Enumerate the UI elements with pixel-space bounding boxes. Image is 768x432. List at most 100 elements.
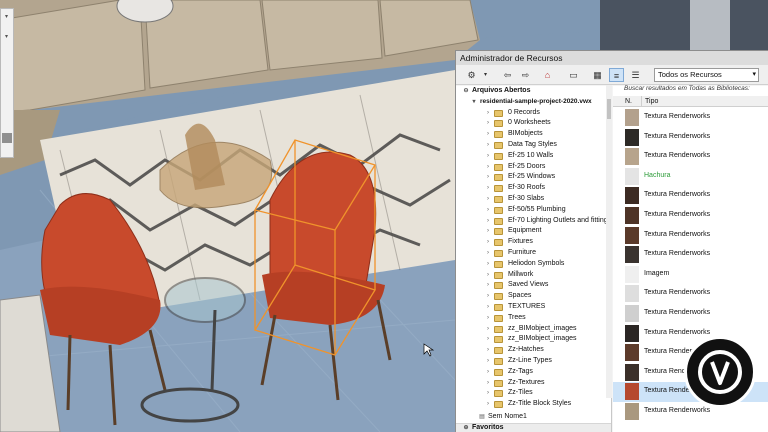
resource-row[interactable]: Hachura bbox=[613, 167, 768, 187]
panel-title: Administrador de Recursos bbox=[456, 51, 768, 65]
tree-folder-label: Heliodon Symbols bbox=[508, 259, 565, 267]
column-n[interactable]: N. bbox=[625, 96, 632, 107]
expand-arrow-icon[interactable]: › bbox=[484, 162, 492, 173]
tree-folder-label: Saved Views bbox=[508, 281, 549, 289]
folder-icon bbox=[494, 131, 503, 139]
tree-folder-label: BIMobjects bbox=[508, 130, 543, 138]
grid-view-icon[interactable]: ▦ bbox=[590, 68, 605, 82]
logo-icon bbox=[698, 350, 742, 394]
tree-scrollbar[interactable] bbox=[606, 85, 612, 398]
resource-thumbnail bbox=[625, 167, 639, 185]
resource-row[interactable]: Textura Renderworks bbox=[613, 304, 768, 324]
resource-type-label: Textura Renderworks bbox=[644, 132, 711, 140]
expand-arrow-icon[interactable]: › bbox=[484, 205, 492, 216]
expand-arrow-icon[interactable]: › bbox=[484, 248, 492, 259]
library-tree[interactable]: ⊖ Arquivos Abertos ▾ residential-sample-… bbox=[456, 86, 612, 432]
resource-row[interactable]: Textura Renderworks bbox=[613, 206, 768, 226]
expand-arrow-icon[interactable]: › bbox=[484, 356, 492, 367]
resource-row[interactable]: Textura Renderworks bbox=[613, 128, 768, 148]
forward-arrow-icon[interactable]: ⇨ bbox=[518, 68, 533, 82]
expand-arrow-icon[interactable]: › bbox=[484, 259, 492, 270]
resource-row[interactable]: Imagem bbox=[613, 265, 768, 285]
expand-arrow-icon[interactable]: › bbox=[484, 183, 492, 194]
resource-type-label: Textura Renderworks bbox=[644, 289, 711, 297]
expand-arrow-icon[interactable]: › bbox=[484, 324, 492, 335]
resource-type-label: Hachura bbox=[644, 171, 671, 179]
tree-folder-label: Zz-Tags bbox=[508, 367, 533, 375]
folder-icon bbox=[494, 120, 503, 128]
folder-icon bbox=[494, 109, 503, 117]
expand-arrow-icon[interactable]: › bbox=[484, 151, 492, 162]
folder-icon bbox=[494, 379, 503, 387]
vectorworks-logo bbox=[684, 336, 756, 408]
expand-arrow-icon[interactable]: › bbox=[484, 237, 492, 248]
expand-arrow-icon[interactable]: › bbox=[484, 140, 492, 151]
resource-thumbnail bbox=[625, 109, 639, 126]
tree-folder-label: Zz-Textures bbox=[508, 378, 545, 386]
tool-palette[interactable]: ▾ ▾ bbox=[0, 8, 14, 158]
open-folder-icon[interactable]: ▭ bbox=[566, 68, 581, 82]
tree-folder-label: Zz-Tiles bbox=[508, 389, 533, 397]
resource-type-label: Textura Renderworks bbox=[644, 407, 711, 414]
chevron-down-icon[interactable]: ▾ bbox=[478, 68, 493, 82]
file-icon: ▤ bbox=[479, 414, 485, 420]
scrollbar-thumb[interactable] bbox=[607, 99, 611, 119]
expand-arrow-icon[interactable]: › bbox=[484, 194, 492, 205]
resource-type-label: Textura Renderworks bbox=[644, 191, 711, 199]
expand-arrow-icon[interactable]: › bbox=[484, 270, 492, 281]
tree-folder-label: 0 Records bbox=[508, 108, 540, 116]
resource-row[interactable]: Textura Renderworks bbox=[613, 284, 768, 304]
palette-arrow-icon: ▾ bbox=[5, 34, 9, 40]
expand-arrow-icon[interactable]: › bbox=[484, 334, 492, 345]
expand-arrow-icon[interactable]: › bbox=[484, 280, 492, 291]
expand-arrow-icon[interactable]: › bbox=[484, 216, 492, 227]
tree-folder-label: Zz-Line Types bbox=[508, 357, 552, 364]
expand-arrow-icon[interactable]: › bbox=[484, 345, 492, 356]
folder-icon bbox=[494, 228, 503, 236]
column-tipo[interactable]: Tipo bbox=[641, 96, 658, 107]
palette-swatch[interactable] bbox=[2, 133, 12, 143]
expand-arrow-icon[interactable]: › bbox=[484, 378, 492, 389]
resource-type-select[interactable]: Todos os Recursos ▾ bbox=[654, 68, 759, 82]
resource-thumbnail bbox=[625, 226, 639, 244]
tree-folder-label: Ef-25 Doors bbox=[508, 162, 546, 170]
resource-thumbnail bbox=[625, 128, 639, 146]
tree-folder-label: Ef-30 Roofs bbox=[508, 184, 545, 192]
resource-row[interactable]: Textura Renderworks bbox=[613, 226, 768, 246]
expand-arrow-icon[interactable]: › bbox=[484, 108, 492, 119]
tree-folder-label: TEXTURES bbox=[508, 303, 546, 310]
folder-icon bbox=[494, 347, 503, 355]
details-view-icon[interactable]: ☰ bbox=[628, 68, 643, 82]
expand-arrow-icon[interactable]: › bbox=[484, 291, 492, 302]
tree-folder-label: Furniture bbox=[508, 249, 537, 256]
folder-icon bbox=[494, 358, 503, 365]
folder-icon bbox=[494, 163, 503, 171]
expand-arrow-icon[interactable]: › bbox=[484, 313, 492, 324]
search-hint: Buscar resultados em Todas as Biblioteca… bbox=[624, 85, 750, 92]
expand-arrow-icon[interactable]: › bbox=[484, 302, 492, 313]
resource-row[interactable]: Textura Renderworks bbox=[613, 186, 768, 206]
resource-row[interactable]: Textura Renderworks bbox=[613, 108, 768, 128]
expand-arrow-icon[interactable]: › bbox=[484, 399, 492, 410]
resource-row[interactable]: Textura Renderworks bbox=[613, 245, 768, 265]
resource-type-label: Imagem bbox=[644, 269, 670, 277]
chevron-down-icon[interactable]: ▾ bbox=[470, 97, 478, 108]
chevron-down-icon: ▾ bbox=[752, 71, 756, 78]
expand-arrow-icon[interactable]: › bbox=[484, 388, 492, 399]
expand-arrow-icon[interactable]: › bbox=[484, 226, 492, 237]
home-icon[interactable]: ⌂ bbox=[540, 68, 555, 82]
collapse-icon[interactable]: ⊖ bbox=[462, 86, 470, 97]
back-arrow-icon[interactable]: ⇦ bbox=[500, 68, 515, 82]
list-view-icon[interactable]: ≡ bbox=[609, 68, 624, 82]
resource-type-label: Textura Renderworks bbox=[644, 328, 711, 336]
resource-row[interactable]: Textura Renderworks bbox=[613, 147, 768, 167]
expand-icon[interactable]: ⊕ bbox=[462, 423, 470, 432]
expand-arrow-icon[interactable]: › bbox=[484, 118, 492, 129]
folder-icon bbox=[494, 368, 503, 376]
resource-type-label: Textura Renderworks bbox=[644, 113, 711, 120]
expand-arrow-icon[interactable]: › bbox=[484, 172, 492, 183]
resource-type-label: Textura Renderworks bbox=[644, 211, 711, 218]
expand-arrow-icon[interactable]: › bbox=[484, 129, 492, 140]
gear-icon[interactable]: ⚙ bbox=[464, 68, 479, 82]
expand-arrow-icon[interactable]: › bbox=[484, 367, 492, 378]
